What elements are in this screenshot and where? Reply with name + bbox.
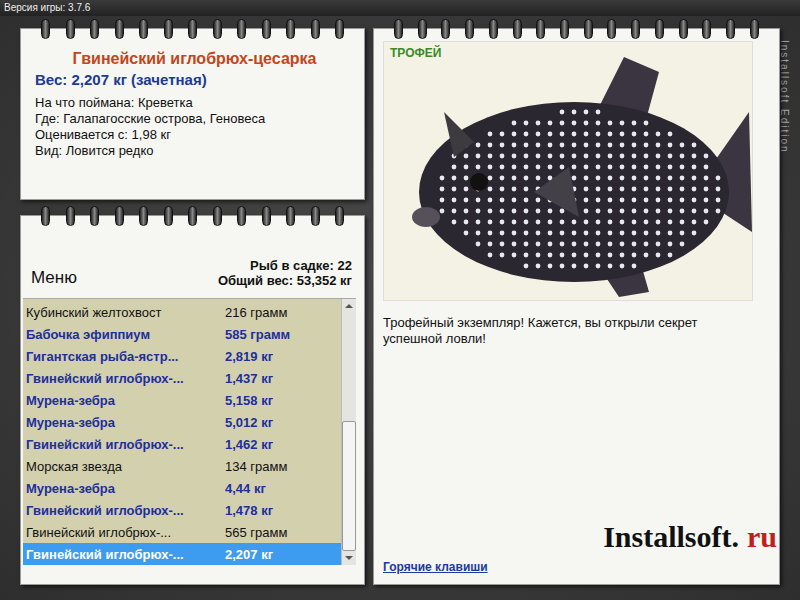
ring-icon — [702, 19, 711, 39]
catch-row[interactable]: Гвинейский иглобрюх-...1,478 кг — [23, 499, 341, 521]
catch-row[interactable]: Морская звезда134 грамм — [23, 455, 341, 477]
ring-icon — [286, 206, 295, 226]
total-weight: Общий вес: 53,352 кг — [218, 273, 352, 288]
ring-icon — [489, 19, 498, 39]
ring-icon — [465, 19, 474, 39]
ring-icon — [335, 19, 344, 39]
fish-info-card: Гвинейский иглобрюх-цесаркаВес: 2,207 кг… — [20, 28, 365, 200]
ring-icon — [237, 19, 246, 39]
ring-icon — [90, 19, 99, 39]
ring-icon — [418, 19, 427, 39]
fish-detail: Оценивается с: 1,98 кг — [35, 127, 354, 143]
ring-icon — [441, 19, 450, 39]
game-screen: Версия игры: 3.7.6 Installsoft Edition Гви… — [0, 0, 800, 600]
catch-list: Кубинский желтохвост216 граммБабочка эфи… — [23, 299, 341, 565]
ring-icon — [41, 19, 50, 39]
trophy-badge: ТРОФЕЙ — [390, 46, 441, 60]
ring-icon — [139, 19, 148, 39]
ring-icon — [115, 206, 124, 226]
catch-row[interactable]: Гвинейский иглобрюх-...565 грамм — [23, 521, 341, 543]
catch-row[interactable]: Гигантская рыба-ястр...2,819 кг — [23, 345, 341, 367]
fish-weight: Вес: 2,207 кг (зачетная) — [35, 69, 354, 91]
ring-icon — [726, 19, 735, 39]
ring-icon — [139, 206, 148, 226]
ring-icon — [164, 19, 173, 39]
catch-card: Меню Рыб в садке: 22Общий вес: 53,352 кг К… — [20, 215, 365, 585]
catch-row[interactable]: Гвинейский иглобрюх-...2,207 кг — [23, 543, 341, 565]
ring-icon — [66, 19, 75, 39]
ring-icon — [115, 19, 124, 39]
fish-count: Рыб в садке: 22 — [218, 258, 352, 273]
ring-icon — [188, 206, 197, 226]
catch-row[interactable]: Мурена-зебра5,158 кг — [23, 389, 341, 411]
fish-title: Гвинейский иглобрюх-цесарка — [35, 49, 354, 69]
ring-icon — [90, 206, 99, 226]
catch-row[interactable]: Мурена-зебра4,44 кг — [23, 477, 341, 499]
ring-icon — [188, 19, 197, 39]
ring-icon — [679, 19, 688, 39]
catch-row[interactable]: Кубинский желтохвост216 грамм — [23, 301, 341, 323]
menu-button[interactable]: Меню — [31, 268, 77, 288]
ring-icon — [66, 206, 75, 226]
ring-icon — [750, 19, 759, 39]
ring-icon — [213, 19, 222, 39]
ring-icon — [607, 19, 616, 39]
hotkeys-link[interactable]: Горячие клавиши — [383, 560, 488, 574]
ring-icon — [311, 206, 320, 226]
catch-row[interactable]: Мурена-зебра5,012 кг — [23, 411, 341, 433]
ring-icon — [536, 19, 545, 39]
ring-icon — [213, 206, 222, 226]
watermark: Installsoft Edition — [779, 40, 790, 154]
ring-icon — [164, 206, 173, 226]
pufferfish-icon — [384, 42, 754, 302]
version-bar: Версия игры: 3.7.6 — [0, 0, 800, 16]
scroll-thumb[interactable] — [342, 421, 356, 551]
fish-photo: ТРОФЕЙ — [383, 41, 753, 301]
fish-detail: На что поймана: Креветка — [35, 95, 354, 111]
logo: Installsoft.ru — [603, 520, 777, 554]
ring-icon — [513, 19, 522, 39]
scroll-up-icon[interactable] — [342, 299, 356, 313]
ring-icon — [262, 206, 271, 226]
scroll-down-icon[interactable] — [342, 551, 356, 565]
ring-icon — [335, 206, 344, 226]
ring-icon — [584, 19, 593, 39]
catch-row[interactable]: Бабочка эфиппиум585 грамм — [23, 323, 341, 345]
fish-detail: Где: Галапагосские острова, Геновеса — [35, 111, 354, 127]
scrollbar[interactable] — [341, 299, 356, 565]
catch-row[interactable]: Гвинейский иглобрюх-...1,437 кг — [23, 367, 341, 389]
fish-detail: Вид: Ловится редко — [35, 143, 354, 159]
ring-icon — [311, 19, 320, 39]
ring-icon — [631, 19, 640, 39]
ring-icon — [41, 206, 50, 226]
ring-icon — [262, 19, 271, 39]
ring-icon — [655, 19, 664, 39]
ring-icon — [560, 19, 569, 39]
trophy-card: ТРОФЕЙ Трофейный экземпляр! Кажется, вы о… — [373, 28, 780, 585]
trophy-message: Трофейный экземпляр! Кажется, вы открыли… — [383, 315, 753, 347]
ring-icon — [394, 19, 403, 39]
ring-icon — [286, 19, 295, 39]
ring-icon — [237, 206, 246, 226]
catch-row[interactable]: Гвинейский иглобрюх-...1,462 кг — [23, 433, 341, 455]
